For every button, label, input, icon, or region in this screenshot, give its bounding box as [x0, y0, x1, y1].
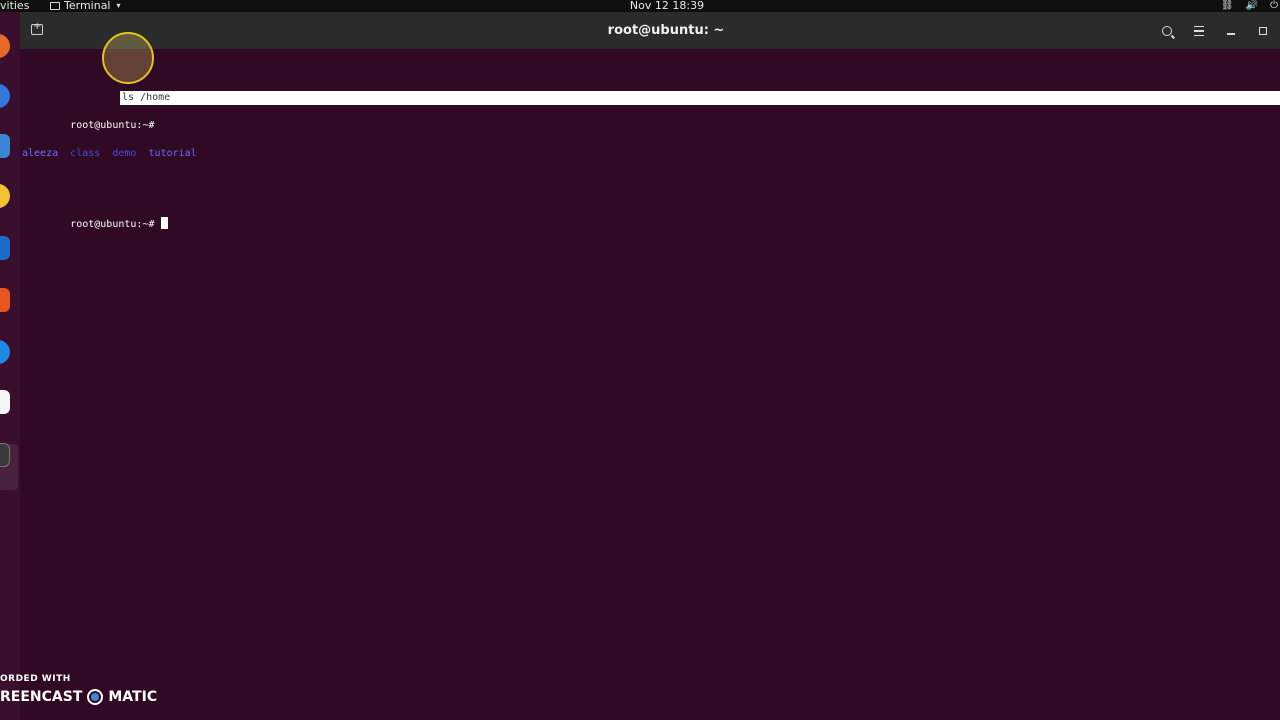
network-icon[interactable]: ⛓ — [1221, 0, 1234, 12]
writer-icon[interactable] — [0, 236, 10, 260]
screencast-logo-icon — [87, 689, 104, 705]
clock[interactable]: Nov 12 18:39 — [0, 0, 1280, 12]
terminal-line-prompt: root@ubuntu:~# — [22, 203, 197, 230]
files-icon[interactable] — [0, 134, 10, 158]
minimize-icon — [1227, 33, 1235, 35]
text-cursor — [160, 217, 168, 229]
watermark-text-a: REENCAST — [0, 689, 83, 705]
software-icon[interactable] — [0, 288, 10, 312]
minimize-button[interactable] — [1220, 20, 1242, 42]
selection-highlight — [120, 91, 1280, 105]
amazon-icon[interactable] — [0, 390, 10, 414]
terminal-line-output: aleeza class demo tutorial — [22, 147, 197, 161]
desktop: vities Terminal ▾ Nov 12 18:39 ⛓ 🔊 ⏻ roo… — [0, 0, 1280, 720]
prompt: root@ubuntu:~# — [70, 120, 155, 131]
mouse-highlight — [102, 32, 154, 84]
thunderbird-icon[interactable] — [0, 84, 10, 108]
watermark-line1: ORDED WITH — [0, 674, 71, 684]
help-icon[interactable] — [0, 340, 10, 364]
watermark-line2: REENCAST MATIC — [0, 685, 157, 709]
search-icon — [1162, 26, 1172, 36]
menu-button[interactable] — [1188, 20, 1210, 42]
terminal-icon[interactable] — [0, 443, 10, 467]
dock — [0, 12, 20, 720]
command-text: ls /home — [122, 92, 171, 103]
firefox-icon[interactable] — [0, 34, 10, 58]
search-button[interactable] — [1156, 20, 1178, 42]
prompt: root@ubuntu:~# — [70, 219, 155, 230]
terminal-content[interactable]: root@ubuntu:~# ls /home aleeza class dem… — [22, 49, 1280, 245]
window-title: root@ubuntu: ~ — [607, 23, 725, 38]
titlebar-controls — [1156, 20, 1274, 42]
dir-entry: class — [70, 148, 101, 159]
hamburger-menu-icon — [1194, 26, 1204, 36]
volume-icon[interactable]: 🔊 — [1246, 0, 1258, 12]
power-icon[interactable]: ⏻ — [1270, 0, 1278, 12]
top-panel: vities Terminal ▾ Nov 12 18:39 ⛓ 🔊 ⏻ — [0, 0, 1280, 12]
terminal-line-command: root@ubuntu:~# ls /home — [22, 91, 1280, 131]
title-bar[interactable]: root@ubuntu: ~ — [20, 12, 1280, 49]
system-tray[interactable]: ⛓ 🔊 ⏻ — [1221, 0, 1280, 12]
rhythmbox-icon[interactable] — [0, 184, 10, 208]
restore-icon — [1259, 27, 1267, 35]
dir-entry: demo — [112, 148, 137, 159]
dir-entry: tutorial — [148, 148, 197, 159]
dir-entry: aleeza — [22, 148, 59, 159]
terminal-window[interactable]: root@ubuntu: ~ root@ubuntu:~ — [20, 12, 1280, 720]
watermark: ORDED WITH REENCAST MATIC — [0, 673, 157, 709]
restore-button[interactable] — [1252, 20, 1274, 42]
watermark-text-b: MATIC — [108, 689, 158, 705]
